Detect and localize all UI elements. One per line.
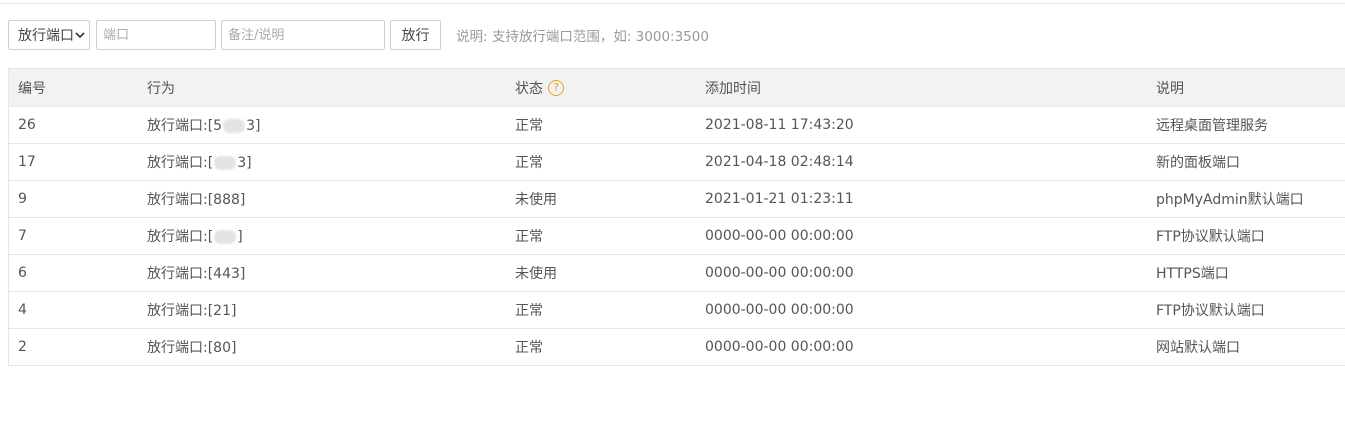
rule-action: 放行端口:[80] [138,337,506,357]
table-row[interactable]: 17 放行端口:[ 3] 正常 2021-04-18 02:48:14 新的面板端口 [9,144,1345,181]
rule-time: 0000-00-00 00:00:00 [705,228,854,244]
header-id: 编号 [18,80,46,97]
table-row[interactable]: 9 放行端口:[888] 未使用 2021-01-21 01:23:11 phpMyAd… [9,181,1345,218]
rule-action-text: 放行端口:[80] [147,340,237,356]
note-input[interactable] [221,20,385,50]
rule-desc: 网站默认端口 [1156,340,1240,356]
header-time: 添加时间 [705,80,761,97]
rule-id: 9 [18,191,27,207]
header-status: 状态 ? [506,78,696,98]
rule-action: 放行端口:[443] [138,263,506,283]
rule-status: 正常 [515,155,543,171]
rule-action: 放行端口:[21] [138,300,506,320]
rule-status: 未使用 [515,192,557,208]
rule-time: 2021-08-11 17:43:20 [705,117,854,133]
rule-time: 0000-00-00 00:00:00 [705,302,854,318]
header-status-label: 状态 [515,80,543,97]
rule-status: 未使用 [515,266,557,282]
rule-action: 放行端口:[] [138,226,506,246]
table-row[interactable]: 4 放行端口:[21] 正常 0000-00-00 00:00:00 FTP协议默认端口 [9,292,1345,329]
rule-desc: HTTPS端口 [1156,266,1229,282]
rule-id: 7 [18,228,27,244]
rule-desc: FTP协议默认端口 [1156,303,1265,319]
table-body: 26 放行端口:[5 3] 正常 2021-08-11 17:43:20 远程桌面管理服务… [9,107,1345,366]
rule-action: 放行端口:[ 3] [138,152,506,172]
chevron-down-icon [75,30,85,40]
rule-time: 0000-00-00 00:00:00 [705,265,854,281]
rule-status: 正常 [515,229,543,245]
table-row[interactable]: 6 放行端口:[443] 未使用 0000-00-00 00:00:00 HTTPS端口 [9,255,1345,292]
rule-time: 2021-01-21 01:23:11 [705,191,854,207]
rule-desc: FTP协议默认端口 [1156,229,1265,245]
rule-desc: 远程桌面管理服务 [1156,118,1268,134]
rule-action: 放行端口:[5 3] [138,115,506,135]
rule-id: 6 [18,265,27,281]
rule-action-suffix: 3] [237,155,252,171]
redacted-mask [214,156,237,170]
rule-action-text: 放行端口:[21] [147,303,237,319]
rule-id: 17 [18,154,36,170]
rule-time: 0000-00-00 00:00:00 [705,339,854,355]
rule-action-suffix: ] [237,229,243,245]
rule-id: 26 [18,117,36,133]
table-header: 编号 行为 状态 ? 添加时间 说明 [9,69,1345,107]
hint-text: 说明: 支持放行端口范围，如: 3000:3500 [456,29,709,45]
table-row[interactable]: 2 放行端口:[80] 正常 0000-00-00 00:00:00 网站默认端口 [9,329,1345,366]
action-select[interactable]: 放行端口 [8,20,90,50]
rule-time: 2021-04-18 02:48:14 [705,154,854,170]
action-select-value: 放行端口 [18,28,74,44]
rule-status: 正常 [515,118,543,134]
rule-action-text: 放行端口:[5 [147,118,223,134]
redacted-mask [214,230,237,244]
port-rules-table: 编号 行为 状态 ? 添加时间 说明 26 放行端口:[5 3] 正常 2021-08-… [8,68,1345,366]
rule-id: 4 [18,302,27,318]
rule-desc: phpMyAdmin默认端口 [1156,192,1304,208]
rule-action-text: 放行端口:[ [147,229,214,245]
top-divider [0,3,1345,4]
rule-action-text: 放行端口:[888] [147,192,246,208]
port-input[interactable] [96,20,216,50]
rule-status: 正常 [515,340,543,356]
help-icon[interactable]: ? [548,79,564,96]
header-action: 行为 [147,80,175,97]
table-row[interactable]: 26 放行端口:[5 3] 正常 2021-08-11 17:43:20 远程桌面管理服务 [9,107,1345,144]
redacted-mask [223,119,246,133]
port-toolbar: 放行端口 放行 说明: 支持放行端口范围，如: 3000:3500 [8,20,709,50]
rule-action-text: 放行端口:[443] [147,266,246,282]
rule-action-suffix: 3] [246,118,261,134]
rule-desc: 新的面板端口 [1156,155,1240,171]
table-row[interactable]: 7 放行端口:[] 正常 0000-00-00 00:00:00 FTP协议默认端口 [9,218,1345,255]
header-desc: 说明 [1156,80,1184,97]
allow-button[interactable]: 放行 [390,20,441,50]
rule-action-text: 放行端口:[ [147,155,214,171]
rule-action: 放行端口:[888] [138,189,506,209]
rule-status: 正常 [515,303,543,319]
rule-id: 2 [18,339,27,355]
